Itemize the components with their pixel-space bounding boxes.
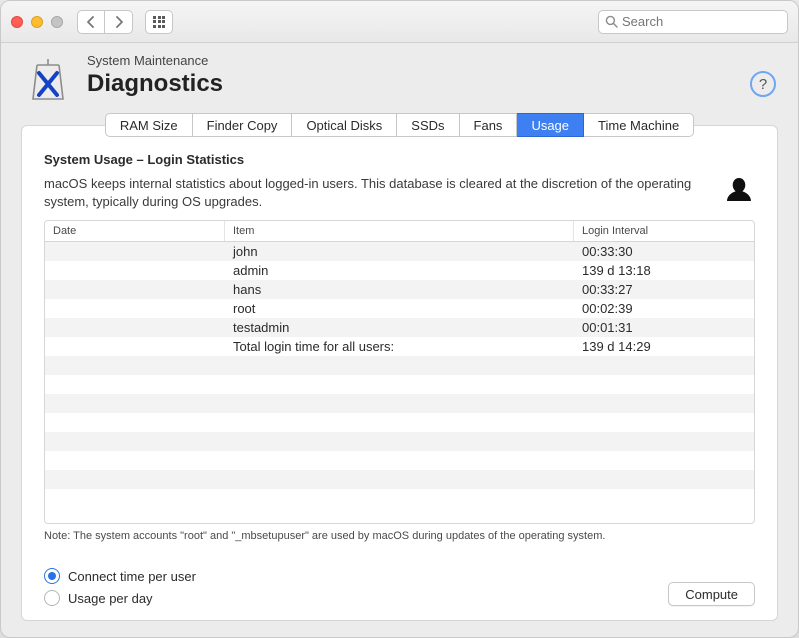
col-interval[interactable]: Login Interval [574,221,754,241]
nav-buttons [77,10,133,34]
section-description: macOS keeps internal statistics about lo… [44,175,709,210]
window: System Maintenance Diagnostics ? RAM Siz… [0,0,799,638]
header-subtitle: System Maintenance [87,53,223,68]
radio-group: Connect time per user Usage per day [44,568,196,606]
table-row[interactable]: root00:02:39 [45,299,754,318]
search-icon [605,15,618,28]
table-row-empty [45,394,754,413]
table-row-empty [45,356,754,375]
title-block: System Maintenance Diagnostics [87,53,223,98]
tab-optical-disks[interactable]: Optical Disks [292,113,397,137]
cell-interval: 00:01:31 [574,320,754,335]
chevron-left-icon [87,16,95,28]
cell-item: Total login time for all users: [225,339,574,354]
tab-fans[interactable]: Fans [460,113,518,137]
header-title: Diagnostics [87,70,223,98]
cell-interval: 00:33:30 [574,244,754,259]
table-row[interactable]: admin139 d 13:18 [45,261,754,280]
window-controls [11,16,63,28]
table-row[interactable]: Total login time for all users:139 d 14:… [45,337,754,356]
cell-item: john [225,244,574,259]
table-row[interactable]: hans00:33:27 [45,280,754,299]
radio-dot-icon [44,590,60,606]
table-row[interactable]: testadmin00:01:31 [45,318,754,337]
show-all-button[interactable] [145,10,173,34]
tab-bar: RAM SizeFinder CopyOptical DisksSSDsFans… [1,113,798,137]
back-button[interactable] [77,10,105,34]
close-window[interactable] [11,16,23,28]
table-row-empty [45,375,754,394]
table-row-empty [45,432,754,451]
table-row-empty [45,451,754,470]
bottom-controls: Connect time per user Usage per day Comp… [44,568,755,606]
maximize-window[interactable] [51,16,63,28]
tab-time-machine[interactable]: Time Machine [584,113,694,137]
tab-ram-size[interactable]: RAM Size [105,113,193,137]
table-row[interactable]: john00:33:30 [45,242,754,261]
cell-interval: 00:02:39 [574,301,754,316]
search-wrap [598,10,788,34]
col-date[interactable]: Date [45,221,225,241]
tab-finder-copy[interactable]: Finder Copy [193,113,293,137]
table-header: Date Item Login Interval [45,221,754,242]
titlebar [1,1,798,43]
cell-item: root [225,301,574,316]
cell-item: hans [225,282,574,297]
table-row-empty [45,413,754,432]
search-input[interactable] [622,14,781,29]
radio-connect-per-user[interactable]: Connect time per user [44,568,196,584]
tab-ssds[interactable]: SSDs [397,113,459,137]
col-item[interactable]: Item [225,221,574,241]
radio-label: Usage per day [68,591,153,606]
cell-interval: 139 d 14:29 [574,339,754,354]
chevron-right-icon [115,16,123,28]
table-row-empty [45,470,754,489]
radio-dot-icon [44,568,60,584]
login-table: Date Item Login Interval john00:33:30adm… [44,220,755,524]
table-body[interactable]: john00:33:30admin139 d 13:18hans00:33:27… [45,242,754,523]
radio-label: Connect time per user [68,569,196,584]
header: System Maintenance Diagnostics ? [1,43,798,105]
tab-usage[interactable]: Usage [517,113,584,137]
cell-item: testadmin [225,320,574,335]
footnote: Note: The system accounts "root" and "_m… [44,530,755,542]
section-title: System Usage – Login Statistics [44,152,755,167]
compute-button[interactable]: Compute [668,582,755,606]
grid-icon [153,16,165,28]
forward-button[interactable] [105,10,133,34]
search-box[interactable] [598,10,788,34]
app-icon [23,55,73,105]
minimize-window[interactable] [31,16,43,28]
cell-interval: 00:33:27 [574,282,754,297]
cell-item: admin [225,263,574,278]
radio-usage-per-day[interactable]: Usage per day [44,590,196,606]
user-silhouette-icon [723,175,755,210]
cell-interval: 139 d 13:18 [574,263,754,278]
help-button[interactable]: ? [750,71,776,97]
content-box: System Usage – Login Statistics macOS ke… [21,125,778,621]
